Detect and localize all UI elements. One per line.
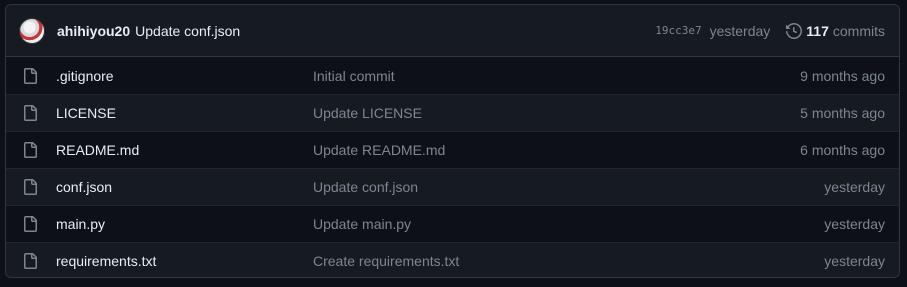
file-name-link[interactable]: conf.json [56,179,313,195]
file-name-link[interactable]: .gitignore [56,68,313,84]
file-commit-time: 6 months ago [800,142,885,158]
file-commit-message-link[interactable]: Update README.md [313,142,800,158]
file-icon [24,142,37,158]
commit-count: 117 [806,22,829,39]
file-commit-message-link[interactable]: Update conf.json [313,179,824,195]
file-commit-time: 5 months ago [800,105,885,121]
file-row[interactable]: requirements.txt Create requirements.txt… [6,242,899,277]
file-commit-time: yesterday [824,179,885,195]
file-row[interactable]: README.md Update README.md 6 months ago [6,131,899,168]
file-commit-message-link[interactable]: Update LICENSE [313,105,800,121]
commit-message-link[interactable]: Update conf.json [135,23,240,39]
file-icon [24,105,37,121]
commit-author-link[interactable]: ahihiyou20 [57,23,130,39]
file-row[interactable]: LICENSE Update LICENSE 5 months ago [6,94,899,131]
file-row[interactable]: main.py Update main.py yesterday [6,205,899,242]
file-name-link[interactable]: LICENSE [56,105,313,121]
commits-label: commits [832,22,885,39]
file-name-link[interactable]: main.py [56,216,313,232]
file-icon [24,67,37,84]
file-commit-message-link[interactable]: Update main.py [313,216,824,232]
file-commit-time: 9 months ago [800,67,885,84]
file-commit-message-link[interactable]: Initial commit [313,68,800,84]
commits-link[interactable]: 117 commits [786,23,885,39]
commit-time[interactable]: yesterday [710,23,771,39]
history-icon [786,22,803,39]
file-icon [24,253,37,269]
file-commit-time: yesterday [824,216,885,232]
file-icon [24,179,37,195]
avatar[interactable] [19,17,45,44]
file-name-link[interactable]: README.md [56,142,313,158]
file-row[interactable]: .gitignore Initial commit 9 months ago [6,57,899,94]
file-icon [24,216,37,232]
file-name-link[interactable]: requirements.txt [56,253,313,269]
file-list-box: ahihiyou20 Update conf.json 19cc3e7 yest… [5,4,900,278]
file-row[interactable]: conf.json Update conf.json yesterday [6,168,899,205]
commit-sha-link[interactable]: 19cc3e7 [655,24,701,37]
file-commit-message-link[interactable]: Create requirements.txt [313,253,824,269]
file-rows: .gitignore Initial commit 9 months ago L… [6,57,899,277]
latest-commit-header: ahihiyou20 Update conf.json 19cc3e7 yest… [6,5,899,57]
file-commit-time: yesterday [824,253,885,269]
